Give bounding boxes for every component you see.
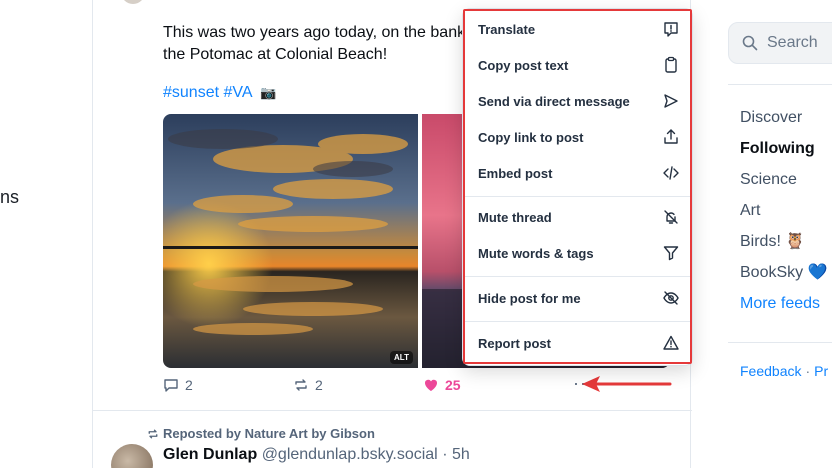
menu-item-hide-post[interactable]: Hide post for me (463, 280, 692, 316)
menu-item-copy-post-text[interactable]: Copy post text (463, 47, 692, 83)
separator-dot: · (805, 363, 811, 379)
post-image-1[interactable]: ALT (163, 114, 418, 368)
author-avatar[interactable] (111, 444, 153, 468)
menu-item-label: Embed post (478, 165, 553, 181)
warning-icon (663, 335, 679, 350)
feed-item-art[interactable]: Art (740, 201, 828, 232)
feed-item-discover[interactable]: Discover (740, 108, 828, 139)
author-handle[interactable]: @glendunlap.bsky.social (262, 446, 438, 463)
camera-emoji: 📷 (260, 85, 277, 100)
menu-item-mute-thread[interactable]: Mute thread (463, 199, 692, 235)
feedback-link[interactable]: Feedback (740, 363, 801, 379)
avatar[interactable] (121, 0, 145, 4)
search-icon (742, 35, 758, 51)
left-nav-partial-label[interactable]: ns (0, 187, 19, 208)
filter-icon (663, 246, 679, 261)
repost-text: Reposted by Nature Art by Gibson (163, 426, 375, 441)
author-name[interactable]: Glen Dunlap (163, 446, 257, 463)
menu-item-label: Copy post text (478, 57, 569, 73)
reply-button[interactable]: 2 (163, 377, 193, 393)
menu-item-report[interactable]: Report post (463, 325, 692, 361)
feed-item-booksky[interactable]: BookSky 💙 (740, 263, 828, 294)
menu-item-label: Mute thread (478, 209, 552, 225)
menu-item-translate[interactable]: Translate (463, 11, 692, 47)
repost-indicator[interactable]: Reposted by Nature Art by Gibson (147, 426, 375, 441)
reply-icon (164, 379, 178, 392)
author-line: Glen Dunlap @glendunlap.bsky.social · 5h (163, 446, 470, 464)
alt-badge[interactable]: ALT (390, 351, 413, 364)
menu-divider (465, 321, 690, 322)
menu-item-label: Copy link to post (478, 129, 584, 145)
privacy-link[interactable]: Pr (814, 363, 828, 379)
post-time[interactable]: 5h (452, 446, 470, 463)
separator-dot: · (442, 446, 448, 463)
feed-item-science[interactable]: Science (740, 170, 828, 201)
mute-icon (664, 210, 678, 224)
like-button[interactable]: 25 (423, 377, 461, 393)
annotation-arrow (582, 376, 672, 392)
share-icon (664, 129, 678, 144)
sidebar-footer: Feedback · Pr (740, 363, 828, 379)
more-feeds-link[interactable]: More feeds (740, 294, 828, 325)
menu-item-label: Translate (478, 21, 536, 37)
reply-count: 2 (185, 377, 193, 393)
post-hashtags[interactable]: #sunset #VA 📷 (163, 84, 276, 102)
repost-icon (148, 429, 158, 438)
like-count: 25 (445, 377, 461, 393)
send-icon (664, 94, 678, 108)
post-divider (93, 410, 692, 411)
menu-item-embed[interactable]: Embed post (463, 155, 692, 191)
repost-icon (295, 379, 307, 391)
menu-item-label: Hide post for me (478, 290, 581, 306)
feed-item-birds[interactable]: Birds! 🦉 (740, 232, 828, 263)
clipboard-icon (665, 56, 677, 73)
hashtag-links[interactable]: #sunset #VA (163, 84, 252, 101)
feed-item-following[interactable]: Following (740, 139, 828, 170)
post-options-menu: Translate Copy post text Send via direct… (462, 8, 693, 366)
eye-slash-icon (663, 291, 679, 305)
sidebar-divider (728, 342, 832, 343)
menu-item-label: Send via direct message (478, 93, 630, 109)
feeds-list: Discover Following Science Art Birds! 🦉 … (740, 108, 828, 325)
code-icon (663, 166, 679, 180)
translate-icon (664, 22, 678, 37)
search-box[interactable] (728, 22, 832, 64)
menu-item-label: Mute words & tags (478, 245, 594, 261)
menu-item-copy-link[interactable]: Copy link to post (463, 119, 692, 155)
menu-item-mute-words[interactable]: Mute words & tags (463, 235, 692, 271)
menu-item-send-dm[interactable]: Send via direct message (463, 83, 692, 119)
search-input[interactable] (767, 34, 832, 52)
menu-divider (465, 276, 690, 277)
sidebar-divider (728, 84, 832, 85)
menu-divider (465, 196, 690, 197)
heart-icon (424, 379, 438, 391)
menu-item-label: Report post (478, 335, 551, 351)
repost-button[interactable]: 2 (293, 377, 323, 393)
repost-count: 2 (315, 377, 323, 393)
post-text: This was two years ago today, on the ban… (163, 24, 483, 63)
